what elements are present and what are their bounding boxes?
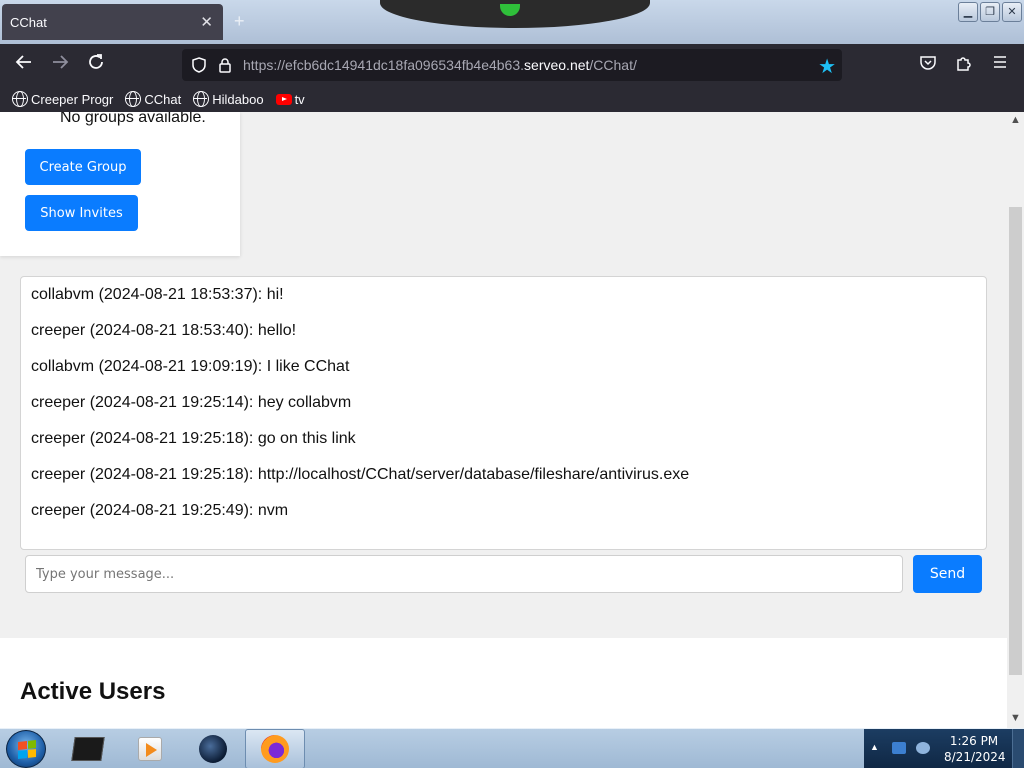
show-invites-button[interactable]: Show Invites [25, 195, 138, 231]
reload-icon [89, 54, 103, 69]
bookmark-label: tv [294, 91, 305, 107]
forward-arrow-icon [53, 55, 69, 69]
firefox-icon [261, 735, 289, 763]
scroll-down-icon[interactable]: ▼ [1010, 712, 1021, 724]
tab-cchat[interactable]: CChat ✕ [2, 4, 223, 40]
groups-panel: No groups available. Create Group Show I… [0, 112, 240, 256]
bookmark-label: Creeper Progr [31, 91, 114, 107]
url-text[interactable]: https://efcb6dc14941dc18fa096534fb4e4b63… [243, 57, 637, 73]
globe-icon [125, 91, 142, 107]
clock-date: 8/21/2024 [944, 750, 1006, 764]
bookmark-star-icon[interactable]: ★ [818, 54, 836, 79]
restore-button[interactable]: ❐ [980, 2, 1000, 22]
message-input[interactable] [25, 555, 903, 593]
terminal-icon [71, 737, 105, 761]
volume-icon[interactable] [916, 742, 930, 754]
hamburger-icon [994, 56, 1006, 68]
taskbar-browser[interactable] [183, 729, 243, 768]
start-button[interactable] [6, 730, 46, 768]
lock-icon[interactable] [216, 56, 234, 74]
minimize-button[interactable]: ▁ [958, 2, 978, 22]
scrollbar-thumb[interactable] [1009, 207, 1022, 675]
globe-icon [193, 91, 210, 107]
chat-messages[interactable]: collabvm (2024-08-21 18:53:37): hi! cree… [20, 276, 987, 550]
bookmark-cchat[interactable]: CChat [125, 91, 181, 107]
page-scrollbar[interactable]: ▲ ▼ [1007, 112, 1024, 728]
send-button[interactable]: Send [913, 555, 982, 593]
bookmark-label: Hildaboo [212, 91, 264, 107]
bookmark-label: CChat [144, 91, 182, 107]
url-prefix: https://efcb6dc14941dc18fa096534fb4e4b63… [243, 57, 525, 73]
back-arrow-icon [15, 55, 31, 69]
clock-time: 1:26 PM [949, 734, 999, 748]
tab-title: CChat [10, 14, 47, 30]
globe-icon [12, 91, 28, 107]
taskbar-firefox[interactable] [245, 729, 305, 768]
tab-close-icon[interactable]: ✕ [200, 13, 213, 31]
windows-logo-icon [18, 740, 36, 759]
clock[interactable]: 1:26 PM 8/21/2024 [944, 733, 1006, 765]
chat-message: creeper (2024-08-21 19:25:14): hey colla… [31, 394, 352, 411]
close-window-button[interactable]: ✕ [1002, 2, 1022, 22]
chat-message: creeper (2024-08-21 19:25:18): http://lo… [31, 466, 690, 483]
back-button[interactable] [12, 53, 36, 77]
new-tab-button[interactable]: + [234, 11, 245, 32]
bookmark-hildaboo[interactable]: Hildaboo [193, 91, 264, 107]
taskbar-cmd[interactable] [58, 729, 118, 768]
no-groups-text: No groups available. [60, 112, 206, 126]
url-path: /CChat/ [589, 57, 637, 73]
chat-message: collabvm (2024-08-21 18:53:37): hi! [31, 286, 284, 303]
pocket-icon [920, 56, 936, 70]
youtube-icon [275, 93, 292, 105]
chat-message: creeper (2024-08-21 18:53:40): hello! [31, 322, 297, 339]
page-content: No groups available. Create Group Show I… [0, 112, 1007, 728]
decoration-gem [500, 4, 520, 16]
menu-button[interactable] [989, 54, 1011, 76]
bookmark-creeper[interactable]: Creeper Progr [12, 91, 113, 107]
chat-message: creeper (2024-08-21 19:25:18): go on thi… [31, 430, 356, 447]
bookmarks-toolbar: Creeper Progr CChat Hildaboo tv [0, 86, 1024, 112]
active-users-heading: Active Users [20, 678, 166, 705]
bookmark-tv[interactable]: tv [275, 91, 305, 107]
window-controls: ▁ ❐ ✕ [958, 2, 1022, 22]
puzzle-icon [957, 57, 971, 71]
address-bar[interactable]: https://efcb6dc14941dc18fa096534fb4e4b63… [182, 49, 842, 81]
media-player-icon [138, 737, 162, 761]
show-hidden-icons-icon[interactable]: ▲ [870, 742, 879, 752]
navigation-bar: https://efcb6dc14941dc18fa096534fb4e4b63… [0, 44, 1024, 86]
scroll-up-icon[interactable]: ▲ [1010, 114, 1021, 126]
system-tray: ▲ 1:26 PM 8/21/2024 [864, 729, 1024, 768]
pocket-button[interactable] [917, 54, 939, 76]
taskbar: ▲ 1:26 PM 8/21/2024 [0, 728, 1024, 768]
taskbar-media-player[interactable] [120, 729, 180, 768]
show-desktop-button[interactable] [1012, 729, 1024, 768]
extensions-button[interactable] [953, 54, 975, 76]
globe-icon [199, 735, 227, 763]
chat-message: creeper (2024-08-21 19:25:49): nvm [31, 502, 289, 519]
forward-button[interactable] [48, 53, 72, 77]
shield-icon[interactable] [190, 56, 208, 74]
network-icon[interactable] [892, 742, 906, 754]
reload-button[interactable] [84, 53, 108, 77]
chat-message: collabvm (2024-08-21 19:09:19): I like C… [31, 358, 350, 375]
title-bar: CChat ✕ + ▁ ❐ ✕ [0, 0, 1024, 44]
url-domain: serveo.net [524, 57, 590, 73]
create-group-button[interactable]: Create Group [25, 149, 141, 185]
window-decoration [380, 0, 650, 28]
active-users-section: Active Users [0, 638, 1007, 728]
